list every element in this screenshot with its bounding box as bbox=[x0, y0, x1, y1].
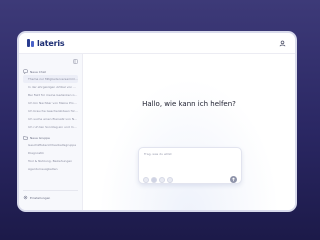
folder-icon bbox=[23, 136, 28, 140]
sidebar-collapse-icon[interactable] bbox=[73, 58, 78, 64]
sidebar-divider bbox=[23, 190, 78, 191]
sliders-icon[interactable] bbox=[167, 177, 173, 183]
app-window: lateris Neue Chat Thema zur Mitgliederve… bbox=[17, 31, 297, 212]
new-group-button[interactable]: Neue Gruppe bbox=[23, 134, 78, 141]
greeting-heading: Hallo, wie kann ich helfen? bbox=[142, 100, 236, 108]
lateris-logo-icon bbox=[27, 39, 35, 47]
globe-icon[interactable] bbox=[159, 177, 165, 183]
send-button[interactable] bbox=[230, 176, 237, 183]
top-bar: lateris bbox=[19, 33, 295, 54]
settings-label: Einstellungen bbox=[30, 195, 51, 200]
settings-button[interactable]: Einstellungen bbox=[23, 193, 78, 202]
microphone-icon[interactable] bbox=[151, 177, 157, 183]
sidebar-item[interactable]: Diagnostik bbox=[23, 149, 78, 157]
sidebar: Neue Chat Thema zur Mitgliederversammlun… bbox=[19, 54, 83, 210]
composer-tools bbox=[143, 177, 173, 183]
app-name: lateris bbox=[37, 38, 65, 48]
composer-placeholder: Frag, was du willst bbox=[144, 152, 172, 156]
new-group-label: Neue Gruppe bbox=[30, 135, 50, 140]
paperclip-icon[interactable] bbox=[143, 177, 149, 183]
chat-plus-icon bbox=[23, 69, 28, 74]
sidebar-item[interactable]: Bei Fakt für meine Gedanken überall? bbox=[23, 91, 78, 99]
logo[interactable]: lateris bbox=[27, 38, 65, 48]
sidebar-item[interactable]: Ich brauche Geschenkideen für Frank bbox=[23, 107, 78, 115]
user-icon bbox=[279, 40, 285, 46]
chat-main: Hallo, wie kann ich helfen? Frag, was du… bbox=[83, 54, 295, 210]
sidebar-item[interactable]: Tool & Nutzung, Beziehungen bbox=[23, 157, 78, 165]
gear-icon bbox=[23, 195, 28, 200]
new-chat-label: Neue Chat bbox=[30, 69, 46, 74]
sidebar-item[interactable]: Thema zur Mitgliederversammlung bbox=[23, 75, 78, 83]
sidebar-item[interactable]: In der ehrgeizigen Artikel von Helmut bbox=[23, 83, 78, 91]
sidebar-item[interactable]: Geschäftsberichtsarbeitsgruppe bbox=[23, 141, 78, 149]
sidebar-header bbox=[23, 57, 78, 65]
sidebar-item[interactable]: Ich ruf den Sonntag ein und mach bbox=[23, 123, 78, 131]
sidebar-item[interactable]: Ich bin Nachbar von Meine Prozession bbox=[23, 99, 78, 107]
new-chat-button[interactable]: Neue Chat bbox=[23, 68, 78, 75]
sidebar-item[interactable]: Agenturneuigkeiten bbox=[23, 165, 78, 173]
send-icon bbox=[232, 177, 235, 182]
user-button[interactable] bbox=[277, 38, 287, 48]
composer[interactable]: Frag, was du willst bbox=[138, 147, 242, 184]
sidebar-item[interactable]: Ich suche einen Eiersatz von Nudeln bbox=[23, 115, 78, 123]
